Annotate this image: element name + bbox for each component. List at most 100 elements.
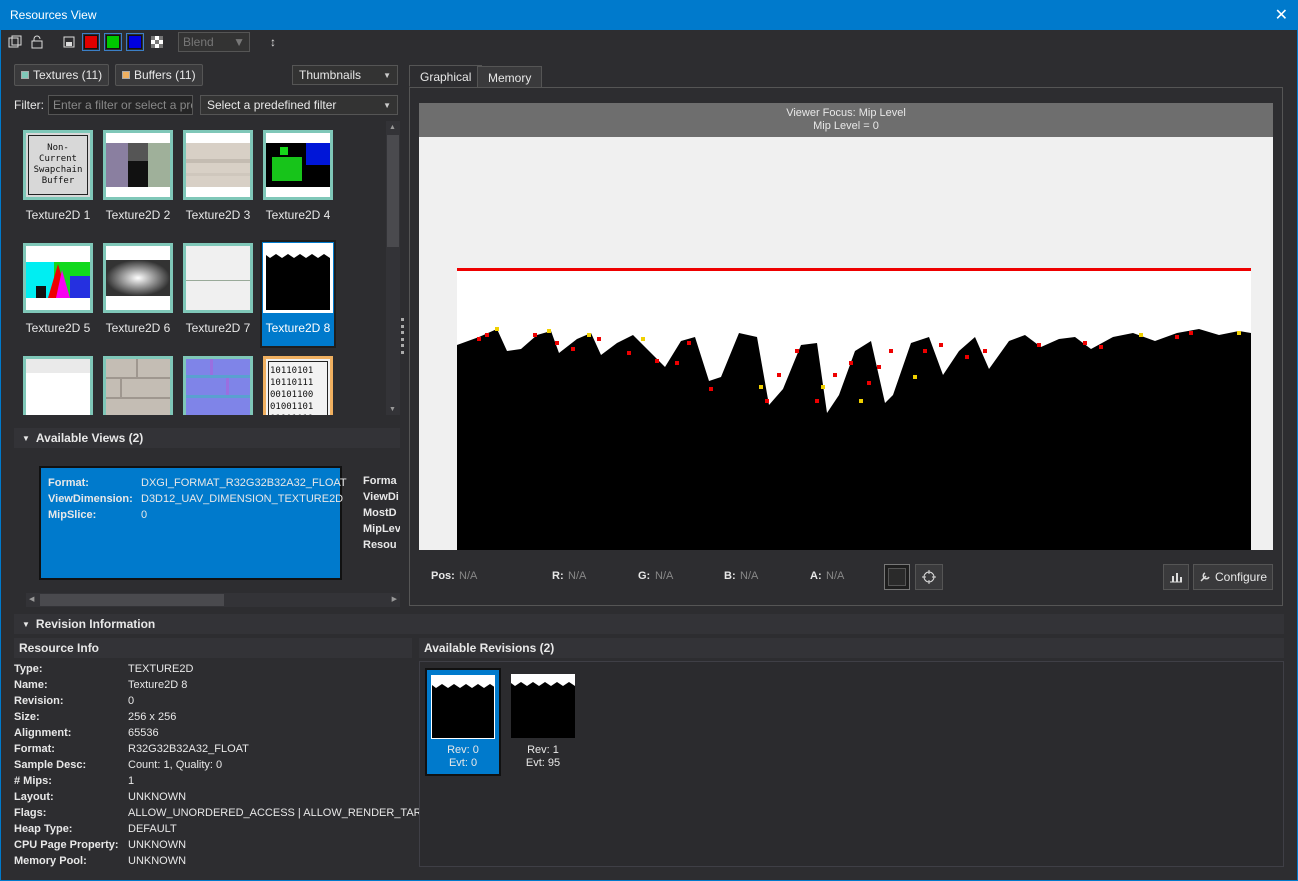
thumbnail-image <box>106 359 170 415</box>
resource-info-header: Resource Info <box>14 638 412 658</box>
thumbnail-buffer[interactable]: 10110101 10110111 00101100 01001101 0110… <box>263 356 333 415</box>
view-mode-select[interactable]: Thumbnails ▼ <box>292 65 398 85</box>
info-value: Count: 1, Quality: 0 <box>128 759 223 771</box>
thumbnail-texture2d-4[interactable] <box>263 130 333 200</box>
wrench-icon <box>1200 572 1210 582</box>
info-value: Texture2D 8 <box>128 679 188 691</box>
toolbar: Blend ▼ ↕ <box>6 31 282 53</box>
red-channel-toggle[interactable] <box>82 33 100 51</box>
info-key: Sample Desc: <box>14 759 87 771</box>
thumbnail-swapchain[interactable]: Non- Current Swapchain Buffer <box>23 130 93 200</box>
blue-channel-toggle[interactable] <box>126 33 144 51</box>
info-value: UNKNOWN <box>128 839 187 851</box>
green-channel-toggle[interactable] <box>104 33 122 51</box>
alpha-checker-icon[interactable] <box>148 33 166 51</box>
thumbnail-texture2d-10[interactable] <box>103 356 173 415</box>
vertical-arrows-icon[interactable]: ↕ <box>264 33 282 51</box>
thumbnail-texture2d-3[interactable] <box>183 130 253 200</box>
swapchain-text: Non- Current Swapchain Buffer <box>28 135 88 195</box>
view-key: Forma <box>363 475 397 487</box>
info-key: Name: <box>14 679 48 691</box>
lock-icon[interactable] <box>28 33 46 51</box>
thumbnail-texture2d-6[interactable] <box>103 243 173 313</box>
view-value: DXGI_FORMAT_R32G32B32A32_FLOAT <box>141 477 347 489</box>
scrollbar-thumb[interactable] <box>387 135 399 247</box>
info-value: 0 <box>128 695 135 707</box>
info-key: Layout: <box>14 791 54 803</box>
tab-graphical[interactable]: Graphical <box>409 65 483 87</box>
info-value: UNKNOWN <box>128 791 187 803</box>
scroll-up-icon[interactable]: ▲ <box>389 124 396 131</box>
revision-info-header[interactable]: ▼ Revision Information <box>14 614 1284 634</box>
thumbnail-scrollbar[interactable]: ▲ ▼ <box>386 121 400 415</box>
revision-card[interactable]: Rev: 1 Evt: 95 <box>505 668 581 776</box>
info-key: Type: <box>14 663 43 675</box>
pos-label: Pos: <box>431 570 455 582</box>
save-icon[interactable] <box>60 33 78 51</box>
info-value: ALLOW_UNORDERED_ACCESS | ALLOW_RENDER_TA… <box>128 807 445 819</box>
close-icon[interactable]: ✕ <box>1275 5 1288 25</box>
pos-value: N/A <box>459 570 478 582</box>
revision-card-selected[interactable]: Rev: 0 Evt: 0 <box>425 668 501 776</box>
buffers-label: Buffers (11) <box>134 68 196 82</box>
texture-canvas[interactable] <box>419 137 1273 550</box>
thumbnail-texture2d-8[interactable] <box>263 243 333 313</box>
views-hscrollbar[interactable]: ◀ ▶ <box>26 593 400 607</box>
histogram-icon <box>1170 573 1182 583</box>
view-key: MostD <box>363 507 397 519</box>
available-views-header[interactable]: ▼ Available Views (2) <box>14 428 400 448</box>
g-label: G: <box>638 570 651 582</box>
predefined-filter-select[interactable]: Select a predefined filter ▼ <box>200 95 398 115</box>
view-key: MipLev <box>363 523 400 535</box>
green-channel-swatch <box>106 35 120 49</box>
buffers-swatch <box>122 71 130 79</box>
scroll-down-icon[interactable]: ▼ <box>389 406 396 413</box>
grip-dot <box>401 337 404 341</box>
copy-icon[interactable] <box>6 33 24 51</box>
view-card-selected[interactable]: Format: ViewDimension: MipSlice: DXGI_FO… <box>39 466 347 580</box>
crosshair-button[interactable] <box>915 564 943 590</box>
grip-dot <box>401 350 404 354</box>
view-value: D3D12_UAV_DIMENSION_TEXTURE2D <box>141 493 344 505</box>
blend-select[interactable]: Blend ▼ <box>178 32 250 52</box>
view-value: 0 <box>141 509 148 521</box>
info-key: Format: <box>14 743 55 755</box>
configure-button[interactable]: Configure <box>1193 564 1273 590</box>
info-value: DEFAULT <box>128 823 177 835</box>
views-list: Format: ViewDimension: MipSlice: DXGI_FO… <box>26 456 400 592</box>
thumbnail-texture2d-9[interactable] <box>23 356 93 415</box>
info-value: TEXTURE2D <box>128 663 194 675</box>
thumbnail-texture2d-7[interactable] <box>183 243 253 313</box>
thumbnail-image <box>106 260 170 296</box>
thumbnail-texture2d-11[interactable] <box>183 356 253 415</box>
view-card-2-keys[interactable]: Forma ViewDi MostD MipLev Resou <box>363 473 400 553</box>
chevron-down-icon: ▼ <box>233 35 245 49</box>
tab-memory[interactable]: Memory <box>477 66 543 88</box>
texture-image <box>457 268 1251 550</box>
resource-info-keys: Type: Name: Revision: Size: Alignment: F… <box>14 661 119 869</box>
info-key: Memory Pool: <box>14 855 87 867</box>
thumbnail-texture2d-2[interactable] <box>103 130 173 200</box>
scrollbar-thumb[interactable] <box>40 594 224 606</box>
filter-input[interactable]: Enter a filter or select a predefined fi… <box>48 95 193 115</box>
collapse-icon: ▼ <box>22 619 30 629</box>
a-value: N/A <box>826 570 845 582</box>
info-key: Alignment: <box>14 727 72 739</box>
textures-label: Textures (11) <box>33 68 103 82</box>
scroll-right-icon[interactable]: ▶ <box>392 595 397 603</box>
available-views-title: Available Views (2) <box>35 431 144 445</box>
histogram-button[interactable] <box>1163 564 1189 590</box>
splitter-handle[interactable] <box>401 318 405 354</box>
viewer-focus-line2: Mip Level = 0 <box>813 120 879 132</box>
r-value: N/A <box>568 570 587 582</box>
thumbnail-texture2d-5[interactable] <box>23 243 93 313</box>
textures-button[interactable]: Textures (11) <box>14 64 110 86</box>
thumbnail-label: Texture2D 4 <box>265 208 331 222</box>
info-value: R32G32B32A32_FLOAT <box>128 743 249 755</box>
buffers-button[interactable]: Buffers (11) <box>115 64 203 86</box>
scroll-left-icon[interactable]: ◀ <box>29 595 34 603</box>
viewer-focus-line1: Viewer Focus: Mip Level <box>786 107 906 119</box>
revision-thumbnail <box>511 674 575 738</box>
red-channel-swatch <box>84 35 98 49</box>
grip-dot <box>401 331 404 335</box>
